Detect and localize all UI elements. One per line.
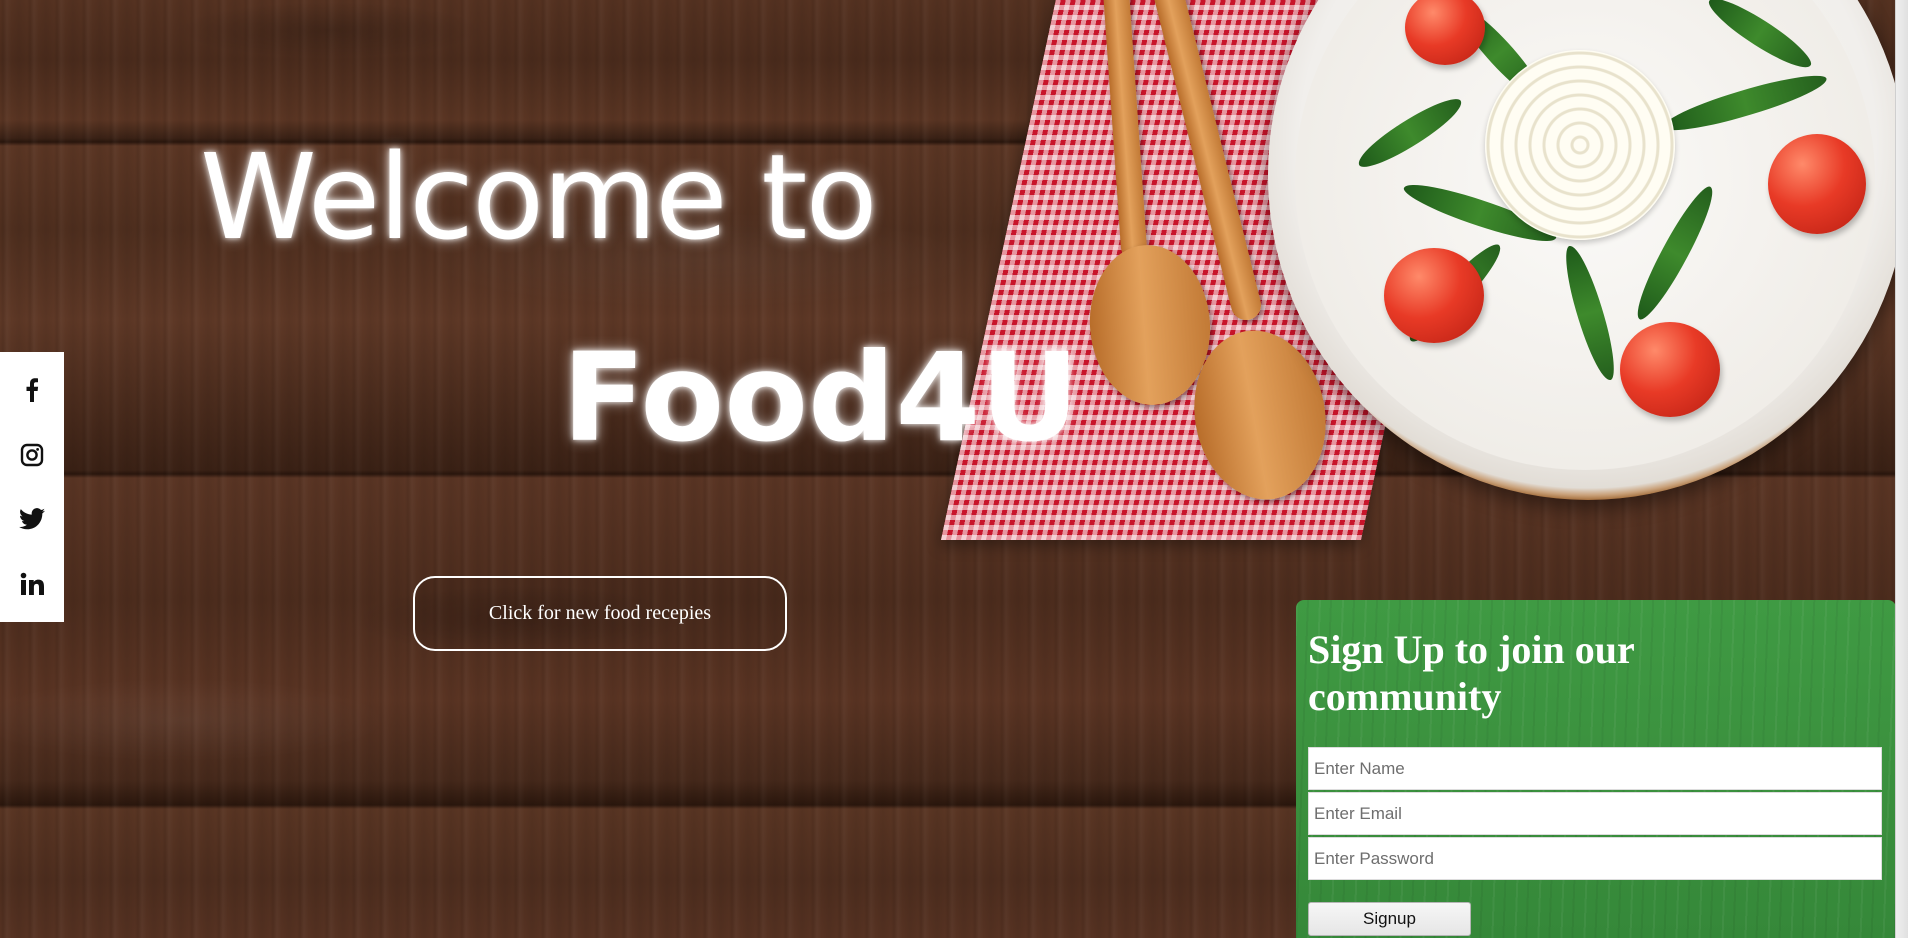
window-scrollbar[interactable] (1895, 0, 1908, 938)
email-field[interactable] (1308, 792, 1882, 835)
instagram-icon (20, 443, 44, 467)
linkedin-icon (20, 572, 44, 596)
tomato (1768, 134, 1866, 234)
instagram-link[interactable] (14, 437, 50, 473)
signup-title: Sign Up to join our community (1308, 627, 1635, 719)
signup-button[interactable]: Signup (1308, 902, 1471, 936)
mozzarella-strands (1485, 50, 1675, 240)
signup-panel: Sign Up to join our community Signup (1296, 600, 1896, 938)
new-recipes-button[interactable]: Click for new food recepies (413, 576, 787, 651)
twitter-icon (19, 508, 45, 530)
landing-page: Welcome to Food4U Click for new food rec… (0, 0, 1908, 938)
brand-heading: Food4U (562, 327, 1080, 469)
linkedin-link[interactable] (14, 566, 50, 602)
name-field[interactable] (1308, 747, 1882, 790)
password-field[interactable] (1308, 837, 1882, 880)
facebook-link[interactable] (14, 372, 50, 408)
new-recipes-button-label: Click for new food recepies (488, 602, 712, 624)
welcome-heading: Welcome to (200, 128, 878, 266)
facebook-icon (25, 378, 39, 403)
twitter-link[interactable] (14, 501, 50, 537)
social-sidebar (0, 352, 64, 622)
signup-form (1302, 747, 1890, 880)
tomato (1620, 322, 1720, 417)
tomato (1384, 248, 1484, 343)
